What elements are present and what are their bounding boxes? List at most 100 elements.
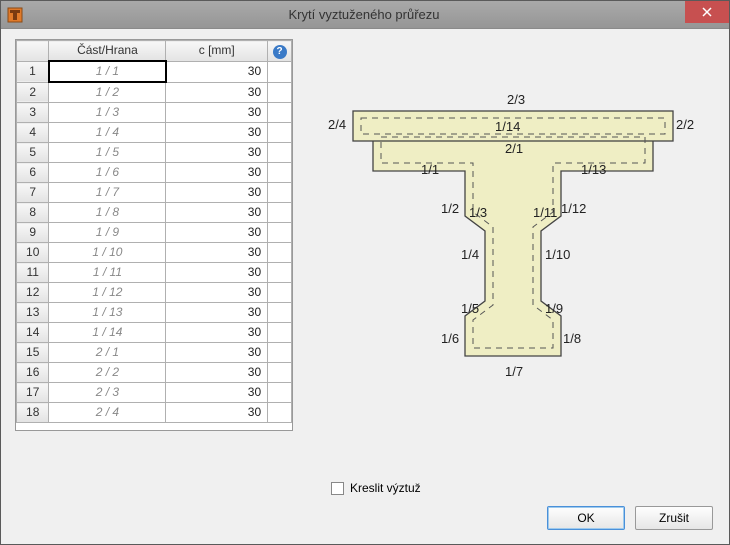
cell-c[interactable]: 30 [166, 403, 268, 423]
table-row[interactable]: 11 / 130 [17, 61, 292, 82]
cell-blank [268, 303, 292, 323]
table-row[interactable]: 111 / 1130 [17, 263, 292, 283]
row-number[interactable]: 4 [17, 123, 49, 143]
app-icon [7, 7, 23, 23]
cell-edge[interactable]: 2 / 2 [49, 363, 166, 383]
label-1-14: 1/14 [495, 119, 520, 134]
row-number[interactable]: 12 [17, 283, 49, 303]
label-1-8: 1/8 [563, 331, 581, 346]
cell-c[interactable]: 30 [166, 123, 268, 143]
cell-c[interactable]: 30 [166, 343, 268, 363]
cell-c[interactable]: 30 [166, 61, 268, 82]
table-row[interactable]: 182 / 430 [17, 403, 292, 423]
label-1-2: 1/2 [441, 201, 459, 216]
table-row[interactable]: 152 / 130 [17, 343, 292, 363]
col-head-rownum[interactable] [17, 41, 49, 62]
cell-blank [268, 103, 292, 123]
table-row[interactable]: 121 / 1230 [17, 283, 292, 303]
table-row[interactable]: 141 / 1430 [17, 323, 292, 343]
cell-c[interactable]: 30 [166, 363, 268, 383]
row-number[interactable]: 17 [17, 383, 49, 403]
cell-blank [268, 82, 292, 103]
cell-c[interactable]: 30 [166, 263, 268, 283]
cell-edge[interactable]: 1 / 11 [49, 263, 166, 283]
label-1-9: 1/9 [545, 301, 563, 316]
cell-c[interactable]: 30 [166, 82, 268, 103]
row-number[interactable]: 16 [17, 363, 49, 383]
col-head-edge[interactable]: Část/Hrana [49, 41, 166, 62]
cell-c[interactable]: 30 [166, 103, 268, 123]
cross-section-diagram: 2/3 2/4 2/2 1/14 2/1 1/1 1/13 1/2 1/3 1/… [323, 91, 703, 411]
cell-edge[interactable]: 1 / 4 [49, 123, 166, 143]
dialog-window: Krytí vyztuženého průřezu Část/Hrana c [… [0, 0, 730, 545]
cell-c[interactable]: 30 [166, 243, 268, 263]
cell-edge[interactable]: 2 / 1 [49, 343, 166, 363]
table-row[interactable]: 31 / 330 [17, 103, 292, 123]
row-number[interactable]: 6 [17, 163, 49, 183]
cell-edge[interactable]: 1 / 12 [49, 283, 166, 303]
cell-blank [268, 203, 292, 223]
row-number[interactable]: 15 [17, 343, 49, 363]
cell-edge[interactable]: 1 / 8 [49, 203, 166, 223]
cell-c[interactable]: 30 [166, 143, 268, 163]
col-head-help[interactable]: ? [268, 41, 292, 62]
table-row[interactable]: 61 / 630 [17, 163, 292, 183]
row-number[interactable]: 9 [17, 223, 49, 243]
table-row[interactable]: 41 / 430 [17, 123, 292, 143]
draw-reinforcement-row: Kreslit výztuž [331, 481, 421, 495]
table-row[interactable]: 101 / 1030 [17, 243, 292, 263]
row-number[interactable]: 8 [17, 203, 49, 223]
row-number[interactable]: 11 [17, 263, 49, 283]
cancel-button[interactable]: Zrušit [635, 506, 713, 530]
grid[interactable]: Část/Hrana c [mm] ? 11 / 13021 / 23031 /… [16, 40, 292, 423]
row-number[interactable]: 18 [17, 403, 49, 423]
cell-c[interactable]: 30 [166, 323, 268, 343]
cell-edge[interactable]: 1 / 10 [49, 243, 166, 263]
cell-edge[interactable]: 1 / 6 [49, 163, 166, 183]
table-row[interactable]: 81 / 830 [17, 203, 292, 223]
row-number[interactable]: 3 [17, 103, 49, 123]
cell-c[interactable]: 30 [166, 163, 268, 183]
label-1-3: 1/3 [469, 205, 487, 220]
cell-c[interactable]: 30 [166, 223, 268, 243]
ok-button[interactable]: OK [547, 506, 625, 530]
cell-c[interactable]: 30 [166, 303, 268, 323]
help-icon[interactable]: ? [273, 45, 287, 59]
cell-edge[interactable]: 1 / 3 [49, 103, 166, 123]
cell-edge[interactable]: 2 / 3 [49, 383, 166, 403]
table-row[interactable]: 172 / 330 [17, 383, 292, 403]
row-number[interactable]: 10 [17, 243, 49, 263]
row-number[interactable]: 2 [17, 82, 49, 103]
cell-blank [268, 223, 292, 243]
cell-edge[interactable]: 1 / 7 [49, 183, 166, 203]
cell-edge[interactable]: 1 / 1 [49, 61, 166, 82]
row-number[interactable]: 13 [17, 303, 49, 323]
cell-edge[interactable]: 1 / 9 [49, 223, 166, 243]
row-number[interactable]: 7 [17, 183, 49, 203]
close-button[interactable] [685, 1, 729, 23]
cell-edge[interactable]: 1 / 13 [49, 303, 166, 323]
table-row[interactable]: 162 / 230 [17, 363, 292, 383]
label-1-4: 1/4 [461, 247, 479, 262]
cell-edge[interactable]: 1 / 14 [49, 323, 166, 343]
table-row[interactable]: 51 / 530 [17, 143, 292, 163]
table-row[interactable]: 131 / 1330 [17, 303, 292, 323]
row-number[interactable]: 5 [17, 143, 49, 163]
cell-c[interactable]: 30 [166, 383, 268, 403]
cell-blank [268, 263, 292, 283]
col-head-c[interactable]: c [mm] [166, 41, 268, 62]
row-number[interactable]: 14 [17, 323, 49, 343]
cell-edge[interactable]: 2 / 4 [49, 403, 166, 423]
draw-reinforcement-checkbox[interactable] [331, 482, 344, 495]
cell-edge[interactable]: 1 / 5 [49, 143, 166, 163]
cell-c[interactable]: 30 [166, 183, 268, 203]
label-1-6: 1/6 [441, 331, 459, 346]
table-row[interactable]: 91 / 930 [17, 223, 292, 243]
label-1-12: 1/12 [561, 201, 586, 216]
table-row[interactable]: 71 / 730 [17, 183, 292, 203]
cell-c[interactable]: 30 [166, 203, 268, 223]
cell-c[interactable]: 30 [166, 283, 268, 303]
row-number[interactable]: 1 [17, 61, 49, 82]
cell-edge[interactable]: 1 / 2 [49, 82, 166, 103]
table-row[interactable]: 21 / 230 [17, 82, 292, 103]
